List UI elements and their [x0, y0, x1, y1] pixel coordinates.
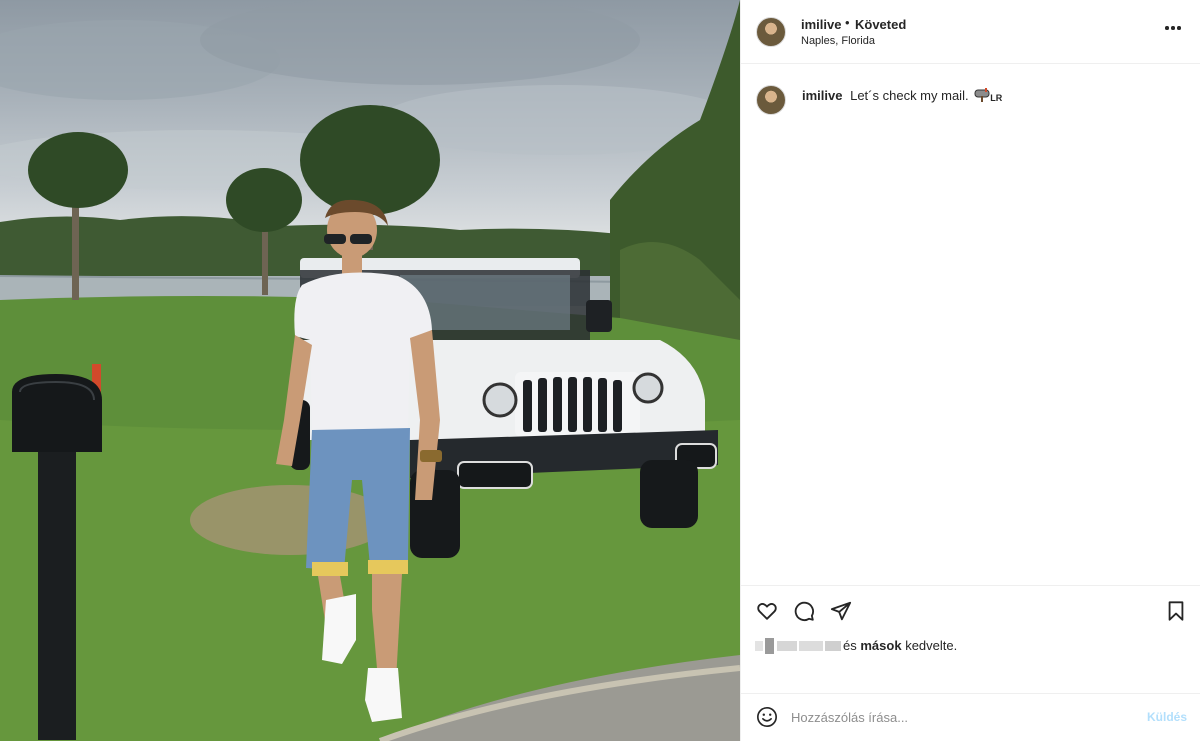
comment-bubble-icon[interactable]	[793, 600, 815, 622]
author-username[interactable]: imilive	[801, 17, 841, 32]
likes-others-link[interactable]: mások	[860, 638, 901, 653]
bookmark-icon[interactable]	[1165, 600, 1187, 622]
likes-summary[interactable]: és mások kedvelte.	[755, 637, 957, 659]
caption-username[interactable]: imilive	[802, 88, 842, 103]
author-avatar[interactable]	[756, 17, 786, 47]
caption-emoji-suffix: LR	[990, 93, 1003, 103]
paper-plane-icon[interactable]	[830, 600, 852, 622]
caption-avatar[interactable]	[756, 85, 786, 115]
heart-icon[interactable]	[756, 600, 778, 622]
caption-text: Let´s check my mail.	[850, 88, 969, 103]
smiley-icon[interactable]	[756, 706, 778, 728]
more-options-icon[interactable]	[1165, 26, 1183, 36]
send-comment-button[interactable]: Küldés	[1147, 710, 1187, 724]
header-separator: •	[845, 15, 850, 30]
mailbox-icon	[974, 88, 990, 102]
caption-text-row: imilive Let´s check my mail. LR	[802, 88, 1002, 103]
post-side-panel: imilive • Követed Naples, Florida imiliv…	[740, 0, 1200, 741]
add-comment-bar: Küldés	[741, 693, 1200, 741]
post-location[interactable]: Naples, Florida	[801, 35, 875, 47]
post-header: imilive • Követed Naples, Florida	[741, 0, 1200, 64]
post-photo[interactable]	[0, 0, 740, 741]
blurred-liker-name	[755, 637, 843, 654]
likes-connector: és	[843, 638, 857, 654]
follow-status-button[interactable]: Követed	[855, 17, 906, 32]
likes-suffix: kedvelte.	[905, 638, 958, 654]
comment-input[interactable]	[791, 706, 1121, 728]
photo-illustration	[0, 0, 740, 741]
post-actions-bar	[741, 585, 1200, 635]
